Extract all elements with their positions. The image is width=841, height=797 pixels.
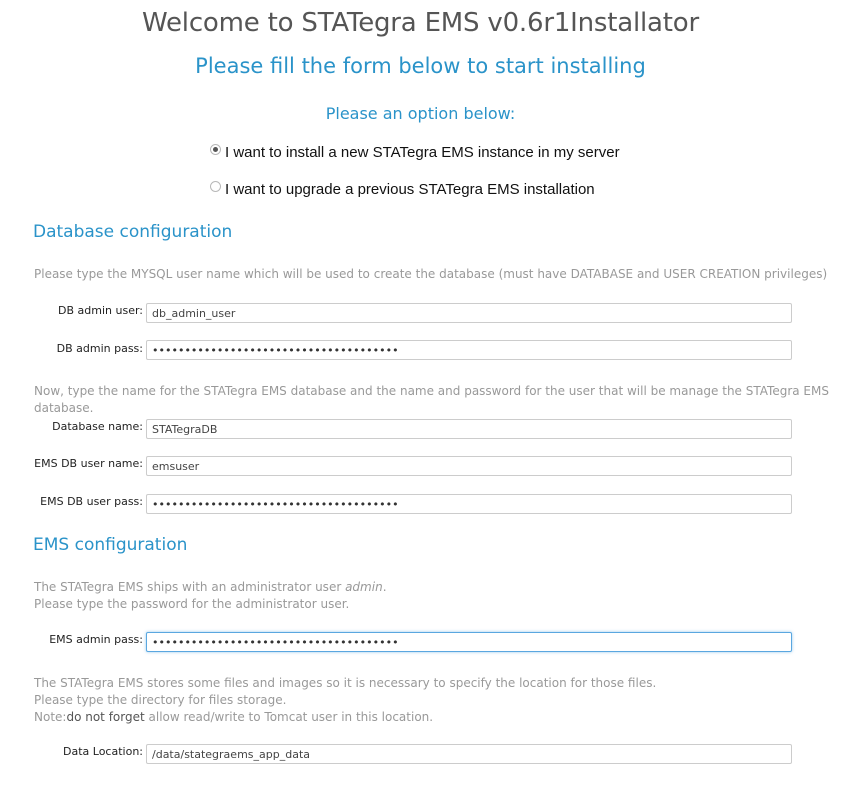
ems-config-help-1-suffix: . — [382, 580, 387, 594]
db-admin-pass-label: DB admin pass: — [56, 342, 143, 355]
ems-config-help-1: The STATegra EMS ships with an administr… — [34, 579, 387, 596]
note-suffix: allow read/write to Tomcat user in this … — [144, 710, 434, 724]
admin-username: admin — [345, 580, 383, 594]
database-config-help-1: Please type the MYSQL user name which wi… — [34, 267, 828, 281]
database-name-label: Database name: — [52, 420, 143, 433]
note-prefix: Note: — [34, 710, 67, 724]
ems-config-help-1-prefix: The STATegra EMS ships with an administr… — [34, 580, 346, 594]
ems-admin-pass-input[interactable]: •••••••••••••••••••••••••••••••••••••• — [146, 632, 792, 652]
ems-config-help-3: The STATegra EMS stores some files and i… — [34, 676, 657, 690]
ems-admin-pass-label: EMS admin pass: — [49, 633, 143, 646]
ems-db-user-pass-label: EMS DB user pass: — [40, 495, 143, 508]
installer-page: Welcome to STATegra EMS v0.6r1Installato… — [0, 0, 841, 797]
data-location-input[interactable]: /data/stategraems_app_data — [146, 744, 792, 764]
page-subtitle: Please fill the form below to start inst… — [195, 54, 646, 78]
option-upgrade-label: I want to upgrade a previous STATegra EM… — [225, 181, 595, 198]
database-config-title: Database configuration — [33, 222, 233, 242]
page-title: Welcome to STATegra EMS v0.6r1Installato… — [142, 8, 699, 38]
database-name-input[interactable]: STATegraDB — [146, 419, 792, 439]
option-install-new[interactable]: I want to install a new STATegra EMS ins… — [210, 144, 620, 161]
db-admin-user-input[interactable]: db_admin_user — [146, 303, 792, 323]
ems-config-title: EMS configuration — [33, 535, 188, 555]
ems-config-help-5: Note:do not forget allow read/write to T… — [34, 709, 433, 726]
db-admin-user-label: DB admin user: — [58, 304, 143, 317]
ems-db-user-pass-input[interactable]: •••••••••••••••••••••••••••••••••••••• — [146, 494, 792, 514]
option-upgrade[interactable]: I want to upgrade a previous STATegra EM… — [210, 181, 595, 198]
database-config-help-2: Now, type the name for the STATegra EMS … — [34, 384, 829, 415]
ems-config-help-2: Please type the password for the adminis… — [34, 597, 350, 611]
radio-install-new[interactable] — [210, 144, 221, 155]
data-location-label: Data Location: — [63, 745, 143, 758]
db-admin-pass-input[interactable]: •••••••••••••••••••••••••••••••••••••• — [146, 340, 792, 360]
option-install-new-label: I want to install a new STATegra EMS ins… — [225, 144, 620, 161]
ems-db-user-name-label: EMS DB user name: — [34, 457, 143, 470]
radio-upgrade[interactable] — [210, 181, 221, 192]
ems-config-help-4: Please type the directory for files stor… — [34, 693, 287, 707]
note-emphasis: do not forget — [66, 710, 145, 724]
ems-db-user-name-input[interactable]: emsuser — [146, 456, 792, 476]
option-heading: Please an option below: — [325, 104, 516, 123]
